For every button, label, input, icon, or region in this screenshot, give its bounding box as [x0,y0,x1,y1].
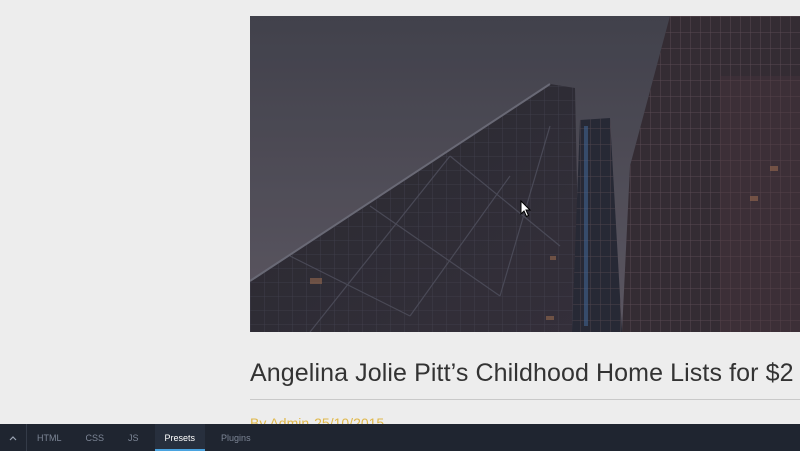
editor-tabs: HTML CSS JS Presets Plugins [27,424,267,451]
title-divider [250,399,800,400]
skyscraper-photo [250,16,800,332]
tab-presets[interactable]: Presets [154,424,206,451]
tab-html[interactable]: HTML [29,424,70,451]
tab-plugins[interactable]: Plugins [213,424,259,451]
page: Angelina Jolie Pitt’s Childhood Home Lis… [0,0,800,451]
editor-bar: HTML CSS JS Presets Plugins [0,424,800,451]
tab-js[interactable]: JS [120,424,147,451]
chevron-up-icon [9,435,17,440]
post-title[interactable]: Angelina Jolie Pitt’s Childhood Home Lis… [250,358,800,388]
mouse-cursor-icon [520,200,532,218]
tab-css[interactable]: CSS [78,424,113,451]
collapse-toggle-button[interactable] [0,424,27,451]
hero-image[interactable] [250,16,800,332]
